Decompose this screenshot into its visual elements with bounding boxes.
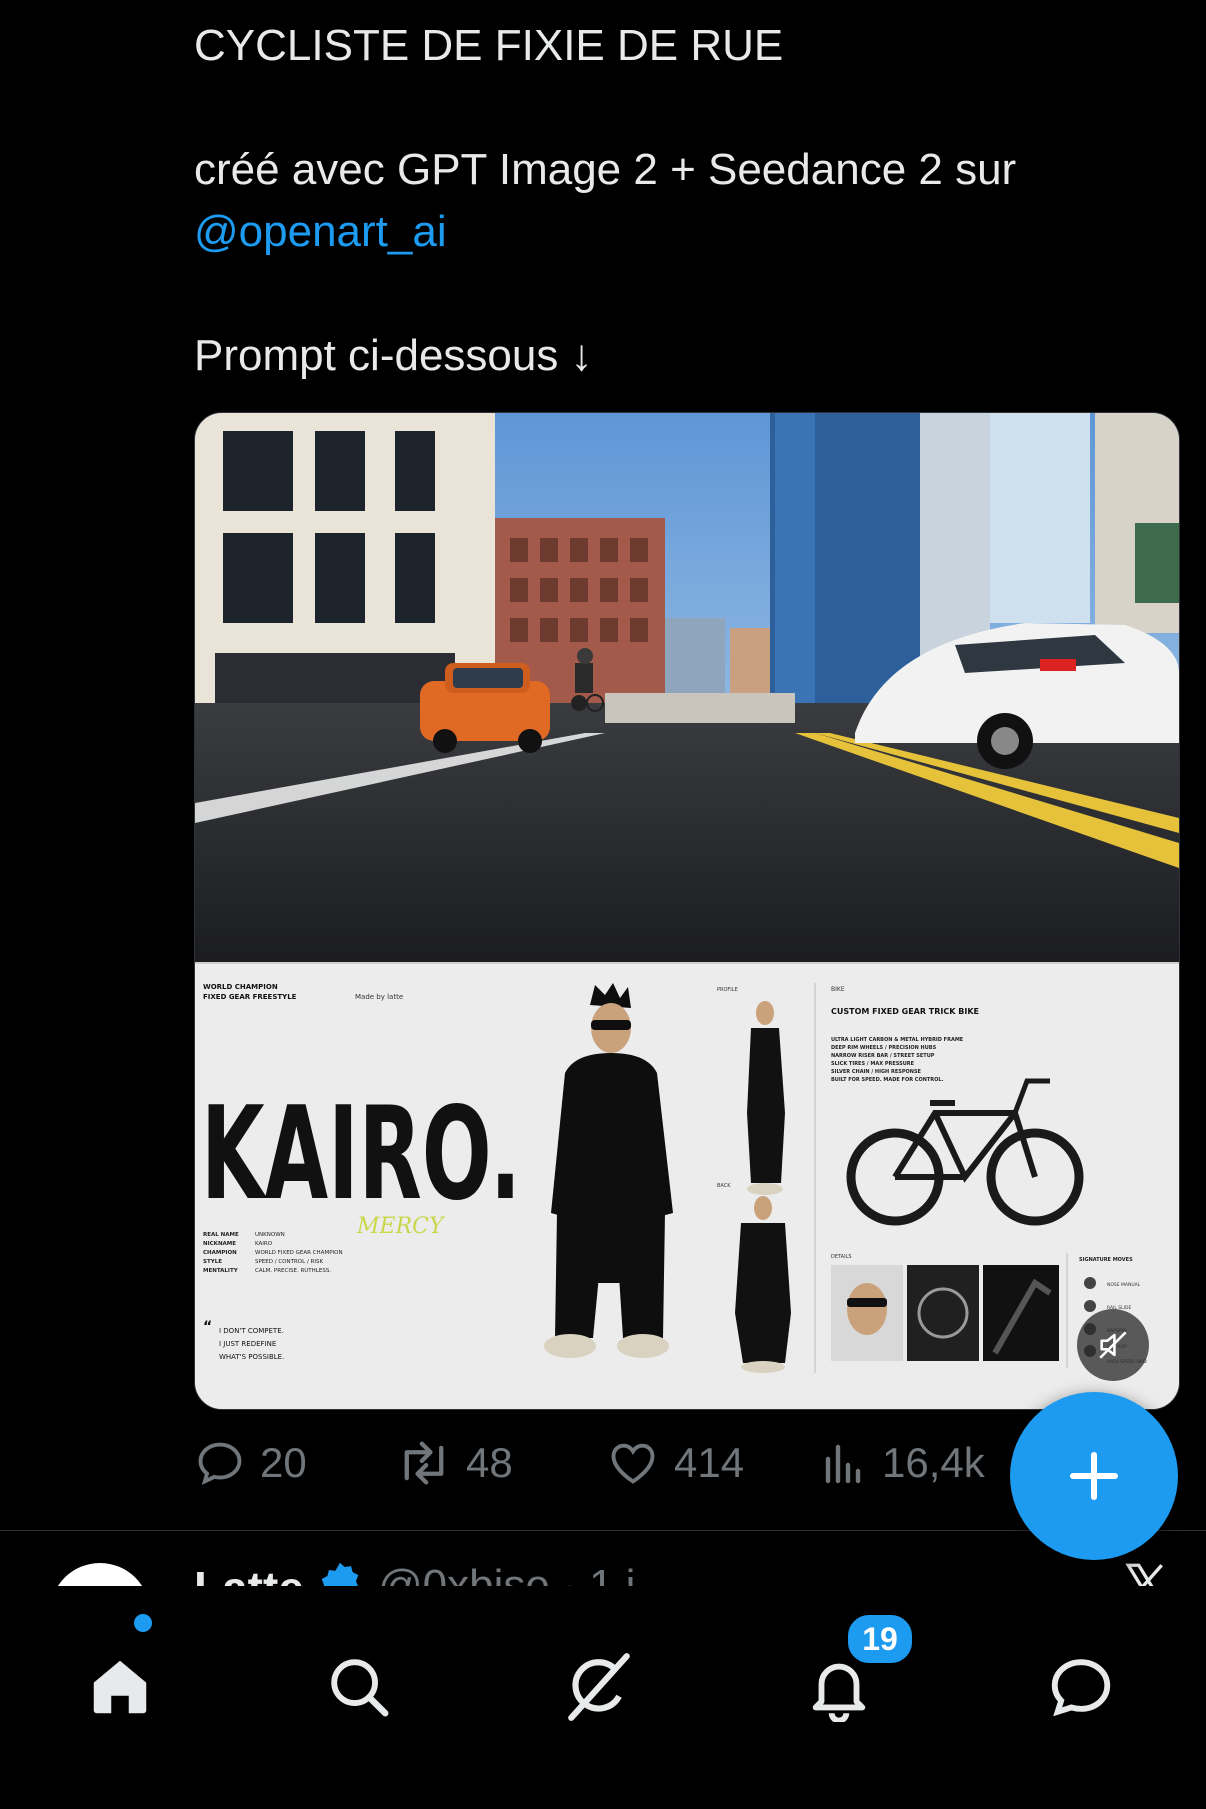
svg-text:NOSE MANUAL: NOSE MANUAL — [1107, 1282, 1141, 1288]
svg-text:STYLE: STYLE — [203, 1259, 222, 1265]
like-count: 414 — [674, 1439, 745, 1486]
repost-icon — [404, 1441, 444, 1485]
bike-title: CUSTOM FIXED GEAR TRICK BIKE — [831, 1007, 979, 1016]
repost-button[interactable]: 48 — [396, 1428, 513, 1498]
verified-badge-icon — [321, 1562, 359, 1586]
svg-text:WORLD FIXED GEAR CHAMPION: WORLD FIXED GEAR CHAMPION — [255, 1250, 343, 1256]
svg-text:SPEED / CONTROL / RISK: SPEED / CONTROL / RISK — [255, 1259, 323, 1265]
svg-text:REAL NAME: REAL NAME — [203, 1232, 239, 1238]
grok-icon — [568, 1653, 630, 1721]
nav-home[interactable] — [55, 1622, 185, 1752]
views-icon — [825, 1444, 861, 1484]
messages-icon — [1051, 1659, 1111, 1717]
search-icon — [331, 1659, 389, 1717]
close-icon[interactable] — [1120, 1559, 1170, 1586]
kairo-name: KAIRO. — [201, 1080, 521, 1229]
svg-text:SLICK TIRES / MAX PRESSURE: SLICK TIRES / MAX PRESSURE — [831, 1061, 915, 1067]
svg-text:NICKNAME: NICKNAME — [203, 1241, 236, 1247]
next-tweet-name[interactable]: Latte — [194, 1561, 304, 1586]
nav-grok[interactable] — [534, 1622, 664, 1752]
svg-text:WHAT'S POSSIBLE.: WHAT'S POSSIBLE. — [219, 1353, 284, 1361]
tweet-action-bar: 20 48 414 16,4k — [194, 1428, 1014, 1498]
quote-text: I DON'T COMPETE. I JUST REDEFINE WHAT'S … — [219, 1327, 284, 1361]
svg-text:UNKNOWN: UNKNOWN — [255, 1232, 285, 1238]
svg-text:NARROW RISER BAR / STREET SETU: NARROW RISER BAR / STREET SETUP — [831, 1053, 935, 1059]
made-by-label: Made by latte — [355, 993, 403, 1001]
like-button[interactable]: 414 — [606, 1428, 744, 1498]
svg-text:DETAILS: DETAILS — [831, 1254, 852, 1260]
svg-text:CALM. PRECISE. RUTHLESS.: CALM. PRECISE. RUTHLESS. — [255, 1268, 331, 1274]
script-signature: MERCY — [356, 1214, 446, 1239]
svg-text:MENTALITY: MENTALITY — [203, 1268, 239, 1274]
reply-icon — [198, 1442, 242, 1486]
home-unread-dot — [134, 1614, 152, 1632]
next-tweet-handle: @0xbise · 1 j — [378, 1561, 636, 1586]
mute-icon — [1099, 1331, 1127, 1359]
home-icon — [93, 1660, 147, 1714]
views-button[interactable]: 16,4k — [820, 1428, 985, 1498]
svg-text:“: “ — [203, 1319, 212, 1335]
svg-text:BUILT FOR SPEED. MADE FOR CONT: BUILT FOR SPEED. MADE FOR CONTROL. — [831, 1077, 944, 1083]
nav-messages[interactable] — [1016, 1622, 1146, 1752]
views-count: 16,4k — [882, 1439, 985, 1486]
svg-text:PROFILE: PROFILE — [717, 987, 738, 993]
mute-button[interactable] — [1077, 1309, 1149, 1381]
bottom-navigation — [0, 1586, 1206, 1809]
svg-text:KAIRO: KAIRO — [255, 1241, 273, 1247]
svg-text:I DON'T COMPETE.: I DON'T COMPETE. — [219, 1327, 284, 1335]
svg-text:BIKE: BIKE — [831, 986, 845, 993]
svg-text:DEEP RIM WHEELS / PRECISION HU: DEEP RIM WHEELS / PRECISION HUBS — [831, 1045, 937, 1051]
notifications-badge: 19 — [845, 1612, 915, 1666]
reply-button[interactable]: 20 — [194, 1428, 307, 1498]
tweet-media-video[interactable]: WORLD CHAMPION FIXED GEAR FREESTYLE Made… — [194, 412, 1180, 1410]
svg-text:SIGNATURE MOVES: SIGNATURE MOVES — [1079, 1257, 1133, 1263]
svg-text:CHAMPION: CHAMPION — [203, 1250, 237, 1256]
svg-text:I JUST REDEFINE: I JUST REDEFINE — [219, 1340, 276, 1348]
like-icon — [611, 1443, 655, 1484]
svg-text:SILVER CHAIN / HIGH RESPONSE: SILVER CHAIN / HIGH RESPONSE — [831, 1069, 922, 1075]
sheet-header-2: FIXED GEAR FREESTYLE — [203, 993, 297, 1001]
plus-icon — [1069, 1451, 1119, 1501]
video-frame: WORLD CHAMPION FIXED GEAR FREESTYLE Made… — [195, 413, 1179, 1409]
tweet-prompt-line: Prompt ci-dessous ↓ — [194, 331, 593, 380]
avatar — [57, 1563, 143, 1586]
nav-search[interactable] — [294, 1622, 424, 1752]
svg-text:ULTRA LIGHT CARBON & METAL HYB: ULTRA LIGHT CARBON & METAL HYBRID FRAME — [831, 1037, 964, 1043]
mention-link[interactable]: @openart_ai — [194, 204, 447, 260]
svg-text:BACK: BACK — [717, 1183, 731, 1189]
next-tweet-peek[interactable]: Latte @0xbise · 1 j — [0, 1531, 1206, 1586]
compose-button[interactable] — [1010, 1392, 1178, 1560]
tweet-title-line: CYCLISTE DE FIXIE DE RUE — [194, 21, 784, 70]
tweet-text-line: créé avec GPT Image 2 + Seedance 2 sur — [194, 145, 1017, 194]
repost-count: 48 — [466, 1439, 513, 1486]
sheet-header-1: WORLD CHAMPION — [203, 983, 278, 991]
reply-count: 20 — [260, 1439, 307, 1486]
